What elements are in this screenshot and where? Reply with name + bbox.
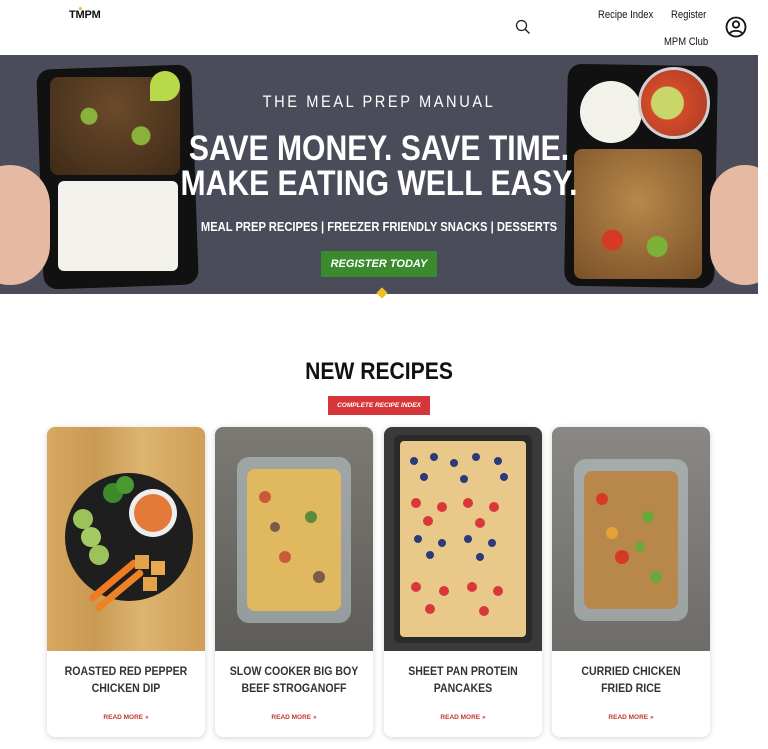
site-header: TMPM Recipe Index Register MPM Club [0,0,768,55]
hero-brand: THE MEAL PREP MANUAL [262,92,496,111]
hero-subtitle: MEAL PREP RECIPES | FREEZER FRIENDLY SNA… [200,219,558,234]
recipe-image[interactable] [384,427,542,651]
recipe-title[interactable]: CURRIED CHICKEN FRIED RICE [567,663,695,697]
stroganoff-container-illustration [237,457,351,623]
nav-recipe-index[interactable]: Recipe Index [598,9,653,21]
hero-banner: THE MEAL PREP MANUAL SAVE MONEY. SAVE TI… [0,55,758,294]
recipe-title[interactable]: SLOW COOKER BIG BOY BEEF STROGANOFF [230,663,358,697]
account-icon[interactable] [725,16,747,38]
register-today-button[interactable]: REGISTER TODAY [321,251,437,277]
dip-plate-illustration [65,473,193,612]
recipe-image[interactable] [552,427,710,651]
recipe-image[interactable] [215,427,373,651]
recipe-title[interactable]: ROASTED RED PEPPER CHICKEN DIP [62,663,190,697]
recipe-card[interactable]: SHEET PAN PROTEIN PANCAKES READ MORE » [384,427,542,737]
read-more-link[interactable]: READ MORE » [47,714,205,721]
hero-title-line2: MAKE EATING WELL EASY. [180,164,578,203]
recipe-card[interactable]: CURRIED CHICKEN FRIED RICE READ MORE » [552,427,710,737]
complete-recipe-index-button[interactable]: COMPLETE RECIPE INDEX [328,396,430,415]
recipe-image[interactable] [47,427,205,651]
nav-register[interactable]: Register [671,9,706,21]
hero-title-line1: SAVE MONEY. SAVE TIME. [188,129,570,168]
read-more-link[interactable]: READ MORE » [552,714,710,721]
nav-mpm-club[interactable]: MPM Club [664,36,708,48]
recipe-card[interactable]: ROASTED RED PEPPER CHICKEN DIP READ MORE… [47,427,205,737]
hand-image [710,165,758,285]
site-logo[interactable]: TMPM [69,9,101,21]
recipe-title[interactable]: SHEET PAN PROTEIN PANCAKES [399,663,527,697]
read-more-link[interactable]: READ MORE » [384,714,542,721]
read-more-link[interactable]: READ MORE » [215,714,373,721]
recipe-card[interactable]: SLOW COOKER BIG BOY BEEF STROGANOFF READ… [215,427,373,737]
fried-rice-container-illustration [574,459,688,621]
section-title: NEW RECIPES [305,358,453,385]
search-icon[interactable] [515,19,531,35]
hand-image [0,165,50,285]
pancake-tray-illustration [394,435,532,643]
